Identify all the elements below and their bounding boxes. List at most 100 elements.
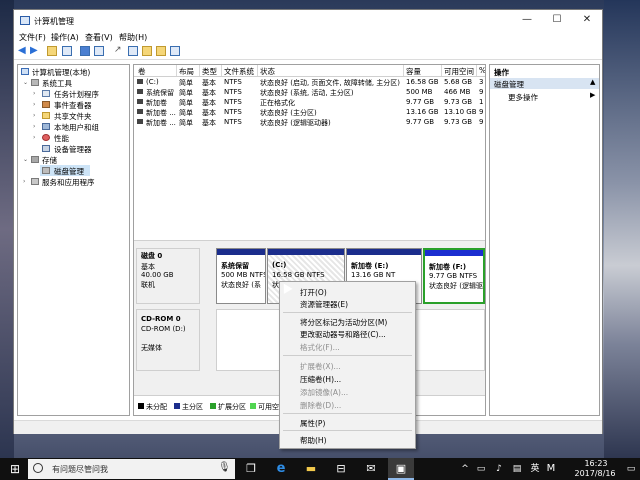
cell-free-space: 466 MB bbox=[444, 88, 471, 96]
partition-f[interactable]: 新加卷 (F:) 9.77 GB NTFS 状态良好 (逻辑驱动 bbox=[423, 248, 485, 304]
properties-icon[interactable] bbox=[94, 46, 104, 56]
clock-date[interactable]: 2017/8/16 bbox=[568, 469, 622, 478]
menu-help[interactable]: 帮助(H) bbox=[119, 32, 147, 43]
close-button[interactable]: ✕ bbox=[572, 10, 602, 30]
tree-item-event-viewer[interactable]: 事件查看器 bbox=[54, 100, 92, 111]
menu-item-shrink-volume[interactable]: 压缩卷(H)... bbox=[300, 374, 341, 385]
tree-item-disk-management[interactable]: 磁盘管理 bbox=[54, 166, 84, 177]
tree-item-system-tools[interactable]: 系统工具 bbox=[42, 78, 72, 89]
computer-management-taskbar-icon[interactable]: ▣ bbox=[388, 458, 414, 480]
cell-percent: 1 bbox=[479, 98, 484, 106]
ime-mode-icon[interactable]: M bbox=[544, 458, 558, 480]
menu-item-help[interactable]: 帮助(H) bbox=[300, 435, 327, 446]
partition-system-reserved[interactable]: 系统保留 500 MB NTFS 状态良好 (系 bbox=[216, 248, 266, 304]
menu-file[interactable]: 文件(F) bbox=[19, 32, 46, 43]
collapse-chevron-icon[interactable]: ⌄ bbox=[23, 156, 28, 163]
action-center-icon[interactable]: ▤ bbox=[510, 458, 524, 480]
expand-chevron-icon[interactable]: › bbox=[33, 90, 35, 97]
tree-item-services-apps[interactable]: 服务和应用程序 bbox=[42, 177, 95, 188]
col-status[interactable]: 状态 bbox=[260, 66, 275, 77]
table-row[interactable]: 新加卷 ... 简单 基本 NTFS 状态良好 (逻辑驱动器) 9.77 GB … bbox=[134, 117, 485, 127]
windows-start-icon[interactable]: ⊞ bbox=[4, 458, 26, 480]
disk-status: 无媒体 bbox=[141, 344, 162, 352]
maximize-button[interactable]: ☐ bbox=[542, 10, 572, 30]
expand-chevron-icon[interactable]: › bbox=[23, 178, 25, 185]
menu-item-mark-active[interactable]: 将分区标记为活动分区(M) bbox=[300, 317, 387, 328]
show-hidden-icons-chevron-icon[interactable]: ^ bbox=[458, 458, 472, 480]
cell-volume: (C:) bbox=[146, 78, 159, 86]
menu-item-explorer[interactable]: 资源管理器(E) bbox=[300, 299, 348, 310]
col-filesystem[interactable]: 文件系统 bbox=[224, 66, 254, 77]
disk-0-label[interactable]: 磁盘 0 基本 40.00 GB 联机 bbox=[136, 248, 200, 304]
partition-name: 新加卷 (E:) bbox=[351, 262, 389, 270]
actions-section-bar[interactable]: 磁盘管理 ▲ bbox=[490, 78, 599, 89]
volume-icon bbox=[137, 89, 143, 94]
menu-action[interactable]: 操作(A) bbox=[51, 32, 79, 43]
microphone-icon[interactable]: 🎙 bbox=[218, 462, 231, 473]
clock-time[interactable]: 16:23 bbox=[572, 459, 620, 468]
expand-chevron-icon[interactable]: › bbox=[33, 112, 35, 119]
actions-header: 操作 bbox=[494, 68, 509, 77]
notifications-icon[interactable]: ▭ bbox=[624, 458, 638, 480]
table-row[interactable]: 系统保留 简单 基本 NTFS 状态良好 (系统, 活动, 主分区) 500 M… bbox=[134, 87, 485, 97]
tree-item-device-manager[interactable]: 设备管理器 bbox=[54, 144, 92, 155]
disk-type: CD-ROM (D:) bbox=[141, 325, 186, 333]
expand-chevron-icon[interactable]: › bbox=[33, 134, 35, 141]
table-row[interactable]: 新加卷 简单 基本 NTFS 正在格式化 9.77 GB 9.73 GB 1 bbox=[134, 97, 485, 107]
file-explorer-icon[interactable]: ▬ bbox=[298, 458, 324, 480]
tree-item-shared-folders[interactable]: 共享文件夹 bbox=[54, 111, 92, 122]
menu-separator bbox=[283, 413, 412, 414]
col-volume[interactable]: 卷 bbox=[138, 66, 146, 77]
mail-icon[interactable]: ✉ bbox=[358, 458, 384, 480]
menu-item-properties[interactable]: 属性(P) bbox=[300, 418, 325, 429]
col-free-space[interactable]: 可用空间 bbox=[444, 66, 474, 77]
cell-percent: 3 bbox=[479, 78, 484, 86]
help-icon[interactable] bbox=[80, 46, 90, 56]
folder-up-icon[interactable] bbox=[47, 46, 57, 56]
new-window-icon[interactable] bbox=[128, 46, 138, 56]
col-capacity[interactable]: 容量 bbox=[406, 66, 421, 77]
volume-icon bbox=[137, 109, 143, 114]
table-row[interactable]: 新加卷 ... 简单 基本 NTFS 状态良好 (主分区) 13.16 GB 1… bbox=[134, 107, 485, 117]
cortana-search-box[interactable]: 有问题尽管问我 🎙 bbox=[28, 459, 235, 479]
menu-view[interactable]: 查看(V) bbox=[85, 32, 113, 43]
collapse-chevron-icon[interactable]: ⌄ bbox=[23, 79, 28, 86]
table-row[interactable]: (C:) 简单 基本 NTFS 状态良好 (启动, 页面文件, 故障转储, 主分… bbox=[134, 77, 485, 87]
col-type[interactable]: 类型 bbox=[202, 66, 217, 77]
minimize-button[interactable]: — bbox=[512, 10, 542, 30]
folder-icon[interactable] bbox=[142, 46, 152, 56]
network-icon[interactable]: ▭ bbox=[474, 458, 488, 480]
menu-separator bbox=[283, 430, 412, 431]
console-tree-icon[interactable] bbox=[62, 46, 72, 56]
cell-filesystem: NTFS bbox=[224, 78, 242, 86]
store-icon[interactable]: ⊟ bbox=[328, 458, 354, 480]
tree-item-performance[interactable]: 性能 bbox=[54, 133, 69, 144]
cell-layout: 简单 bbox=[179, 119, 193, 127]
connect-icon[interactable]: ↗ bbox=[114, 46, 124, 56]
col-percent[interactable]: % bbox=[479, 66, 485, 75]
volume-icon[interactable]: ♪ bbox=[492, 458, 506, 480]
collapse-triangle-icon[interactable]: ▲ bbox=[590, 78, 595, 86]
more-actions-item[interactable]: 更多操作 ▶ bbox=[490, 91, 599, 102]
legend-swatch-free bbox=[250, 403, 256, 409]
tree-item-local-users[interactable]: 本地用户和组 bbox=[54, 122, 99, 133]
shared-folders-icon bbox=[42, 112, 50, 119]
export-icon[interactable] bbox=[156, 46, 166, 56]
menu-item-change-drive-letter[interactable]: 更改驱动器号和路径(C)... bbox=[300, 329, 386, 340]
menu-separator bbox=[283, 312, 412, 313]
tree-item-task-scheduler[interactable]: 任务计划程序 bbox=[54, 89, 99, 100]
menu-item-open[interactable]: 打开(O) bbox=[300, 287, 327, 298]
forward-arrow-icon[interactable]: ▶ bbox=[30, 46, 40, 56]
tree-item-computer-management[interactable]: 计算机管理(本地) bbox=[32, 67, 90, 78]
expand-chevron-icon[interactable]: › bbox=[33, 123, 35, 130]
expand-chevron-icon[interactable]: › bbox=[33, 101, 35, 108]
edge-browser-icon[interactable]: e bbox=[268, 458, 294, 480]
taskbar: ⊞ 有问题尽管问我 🎙 ❐ e ▬ ⊟ ✉ ▣ ^ ▭ ♪ ▤ 英 M 16:2… bbox=[0, 458, 640, 480]
col-layout[interactable]: 布局 bbox=[179, 66, 194, 77]
cdrom-0-label[interactable]: CD-ROM 0 CD-ROM (D:) 无媒体 bbox=[136, 309, 200, 371]
task-view-icon[interactable]: ❐ bbox=[238, 458, 264, 480]
back-arrow-icon[interactable]: ◀ bbox=[18, 46, 28, 56]
legend-swatch-unallocated bbox=[138, 403, 144, 409]
disk-view-icon[interactable] bbox=[170, 46, 180, 56]
ime-language[interactable]: 英 bbox=[528, 458, 542, 480]
